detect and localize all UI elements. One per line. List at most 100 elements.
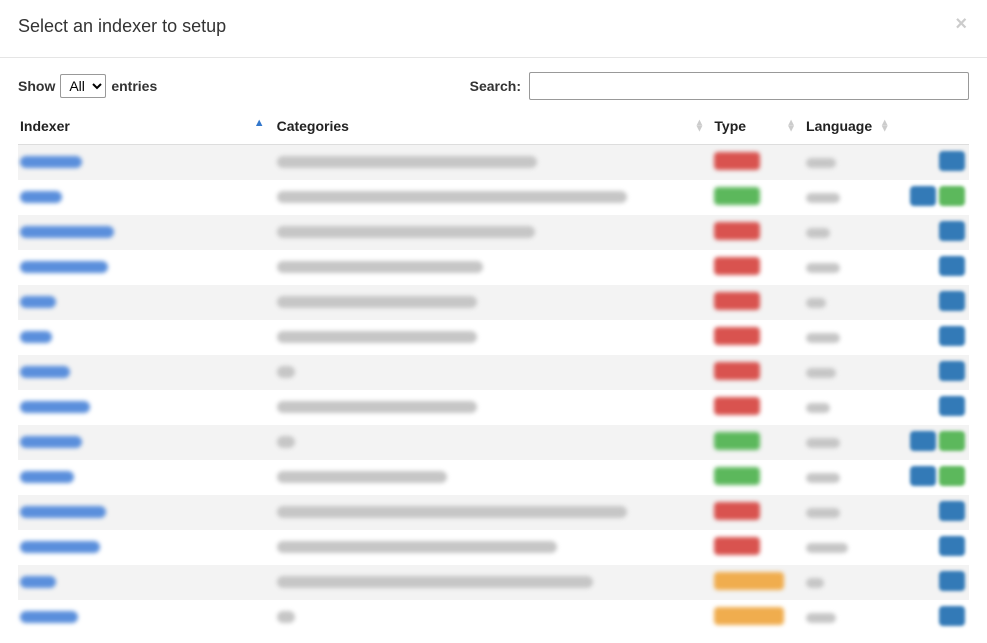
indexer-cell[interactable] [18,180,275,215]
indexer-link[interactable] [20,296,56,308]
language-text [806,228,830,238]
indexer-cell[interactable] [18,320,275,355]
secondary-action-button[interactable] [939,186,965,206]
actions-cell [898,495,969,530]
indexer-cell[interactable] [18,495,275,530]
indexer-cell[interactable] [18,215,275,250]
indexer-link[interactable] [20,436,82,448]
search-control: Search: [470,72,969,100]
indexer-link[interactable] [20,261,108,273]
categories-cell [275,425,713,460]
indexer-link[interactable] [20,191,62,203]
categories-text [277,611,295,623]
indexer-cell[interactable] [18,390,275,425]
add-indexer-button[interactable] [939,501,965,521]
add-indexer-button[interactable] [910,431,936,451]
type-cell [712,145,804,181]
language-cell [804,285,898,320]
indexer-cell[interactable] [18,565,275,600]
table-row [18,250,969,285]
close-icon[interactable]: × [955,14,967,34]
type-cell [712,215,804,250]
type-cell [712,180,804,215]
indexer-link[interactable] [20,331,52,343]
actions-cell [898,600,969,635]
categories-text [277,366,295,378]
indexer-cell[interactable] [18,460,275,495]
add-indexer-button[interactable] [939,606,965,626]
col-header-actions [898,110,969,145]
add-indexer-button[interactable] [939,361,965,381]
indexer-link[interactable] [20,541,100,553]
indexer-link[interactable] [20,401,90,413]
indexer-cell[interactable] [18,285,275,320]
indexer-link[interactable] [20,576,56,588]
col-header-indexer[interactable]: Indexer ▲ [18,110,275,145]
categories-cell [275,180,713,215]
type-cell [712,320,804,355]
add-indexer-button[interactable] [939,151,965,171]
categories-cell [275,145,713,181]
search-input[interactable] [529,72,969,100]
indexer-link[interactable] [20,611,78,623]
length-select[interactable]: All [60,74,106,98]
add-indexer-button[interactable] [939,291,965,311]
type-cell [712,390,804,425]
type-cell [712,530,804,565]
categories-text [277,541,557,553]
table-row [18,530,969,565]
indexer-link[interactable] [20,506,106,518]
show-label: Show [18,78,55,94]
actions-cell [898,320,969,355]
secondary-action-button[interactable] [939,431,965,451]
add-indexer-button[interactable] [939,256,965,276]
add-indexer-button[interactable] [939,396,965,416]
language-cell [804,425,898,460]
indexer-cell[interactable] [18,250,275,285]
categories-cell [275,495,713,530]
indexer-cell[interactable] [18,530,275,565]
categories-text [277,226,535,238]
table-row [18,285,969,320]
indexer-link[interactable] [20,366,70,378]
indexer-cell[interactable] [18,355,275,390]
actions-cell [898,565,969,600]
sort-asc-icon: ▲ [254,118,265,129]
secondary-action-button[interactable] [939,466,965,486]
indexer-link[interactable] [20,156,82,168]
language-cell [804,600,898,635]
indexer-cell[interactable] [18,145,275,181]
indexer-table: Indexer ▲ Categories ▲▼ Type ▲▼ Language… [18,110,969,635]
language-text [806,578,824,588]
add-indexer-button[interactable] [910,186,936,206]
add-indexer-button[interactable] [939,326,965,346]
indexer-cell[interactable] [18,425,275,460]
type-cell [712,355,804,390]
sort-both-icon: ▲▼ [786,120,796,132]
language-text [806,543,848,553]
type-badge [714,292,760,310]
table-row [18,320,969,355]
indexer-cell[interactable] [18,600,275,635]
table-row [18,565,969,600]
add-indexer-button[interactable] [939,571,965,591]
add-indexer-button[interactable] [939,536,965,556]
indexer-link[interactable] [20,226,114,238]
categories-text [277,331,477,343]
indexer-link[interactable] [20,471,74,483]
table-row [18,145,969,181]
type-badge [714,397,760,415]
categories-cell [275,565,713,600]
type-badge [714,432,760,450]
actions-cell [898,355,969,390]
table-row [18,460,969,495]
add-indexer-button[interactable] [939,221,965,241]
actions-cell [898,285,969,320]
language-cell [804,180,898,215]
col-header-language[interactable]: Language ▲▼ [804,110,898,145]
col-header-type[interactable]: Type ▲▼ [712,110,804,145]
add-indexer-button[interactable] [910,466,936,486]
col-header-categories[interactable]: Categories ▲▼ [275,110,713,145]
categories-cell [275,320,713,355]
actions-cell [898,425,969,460]
